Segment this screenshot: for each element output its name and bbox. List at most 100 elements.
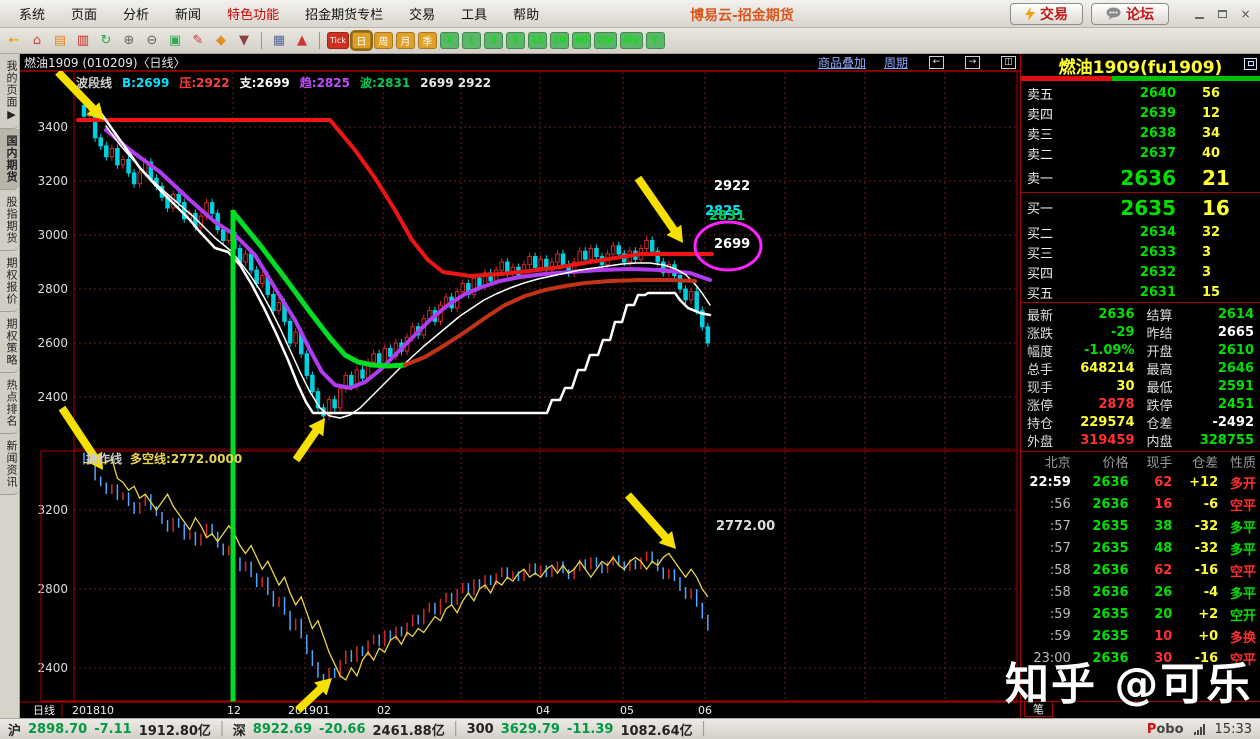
candle-body: [272, 294, 276, 310]
brand-logo: Pobo: [1147, 722, 1184, 737]
tape-row: :58263626-4多平: [1021, 581, 1260, 603]
candle-body: [82, 105, 86, 116]
quote-table-icon[interactable]: ▦: [269, 31, 289, 50]
overlay-link[interactable]: 商品叠加: [818, 54, 866, 71]
book-row: 买一263516: [1021, 193, 1260, 222]
zoom-out-icon[interactable]: ⊖: [142, 31, 162, 50]
chart-icon[interactable]: ▲: [292, 31, 312, 50]
overlay-icon[interactable]: ▣: [165, 31, 185, 50]
maximize-button[interactable]: [1214, 6, 1231, 21]
period-button-Tick[interactable]: Tick: [327, 32, 349, 49]
menu-item[interactable]: 帮助: [500, 4, 552, 27]
quote-stats: 最新2636结算2614涨跌-29昨结2665幅度-1.09%开盘2610总手6…: [1021, 303, 1260, 451]
candle-body: [121, 159, 125, 164]
sidebar-item[interactable]: 股指期货: [0, 190, 19, 251]
candle-body: [127, 159, 131, 173]
index-value: 3629.79: [501, 722, 560, 737]
minimize-button[interactable]: [1191, 6, 1208, 21]
trade-button[interactable]: 交易: [1010, 3, 1083, 25]
period-button-周[interactable]: 周: [374, 32, 393, 49]
back-icon[interactable]: ←: [4, 31, 24, 50]
x-axis-tick: 06: [698, 704, 712, 717]
candle-body: [294, 332, 298, 343]
period-link[interactable]: 周期: [884, 54, 908, 71]
zoom-in-icon[interactable]: ⊕: [119, 31, 139, 50]
stat-row: 最新2636: [1021, 305, 1141, 323]
home-icon[interactable]: ⌂: [27, 31, 47, 50]
alert-icon[interactable]: ◆: [211, 31, 231, 50]
candle-body: [478, 278, 482, 286]
sidebar-item[interactable]: 国内期货: [0, 129, 19, 190]
candle-body: [255, 270, 258, 284]
x-axis-tick: 05: [620, 704, 634, 717]
period-button-日[interactable]: 日: [352, 32, 371, 49]
filter-icon[interactable]: ▼: [234, 31, 254, 50]
refresh-icon[interactable]: ↻: [96, 31, 116, 50]
period-button-3[interactable]: 3: [484, 32, 503, 49]
tape-row: :59263510+0多换: [1021, 625, 1260, 647]
forum-button[interactable]: 论坛: [1091, 3, 1169, 25]
split-view-icon[interactable]: ◫: [1001, 56, 1016, 69]
sidebar-item[interactable]: 我的页面▶: [0, 54, 19, 129]
y-axis-label: 3000: [37, 228, 68, 242]
period-button-2hr[interactable]: 2hr: [594, 32, 617, 49]
prev-contract-icon[interactable]: ←: [929, 56, 944, 69]
sidebar-item[interactable]: 热点排名: [0, 373, 19, 434]
y-axis-label: 2600: [37, 336, 68, 350]
period-button-15[interactable]: 15: [528, 32, 547, 49]
book-row: 卖五264056: [1021, 83, 1260, 103]
close-button[interactable]: ×: [1237, 6, 1254, 21]
candle-body: [556, 254, 560, 262]
menu-item[interactable]: 特色功能: [214, 4, 292, 27]
menu-item[interactable]: 招金期货专栏: [292, 4, 396, 27]
book-row: 卖二263740: [1021, 143, 1260, 163]
period-button-X[interactable]: X: [440, 32, 459, 49]
menu-item[interactable]: 新闻: [162, 4, 214, 27]
candle-body: [177, 195, 181, 203]
candle-body: [578, 251, 582, 262]
news-icon[interactable]: ▤: [50, 31, 70, 50]
period-button-60[interactable]: 60: [572, 32, 591, 49]
period-button-Y[interactable]: Y: [646, 32, 665, 49]
stat-row: 幅度-1.09%: [1021, 341, 1141, 359]
sub-indicator-label-row: 操作线多空线:2772.0000: [86, 451, 242, 466]
x-axis-tick: 201810: [72, 704, 114, 717]
candle-body: [584, 251, 588, 259]
stat-row: 外盘319459: [1021, 431, 1141, 449]
x-axis-period: 日线: [33, 703, 55, 717]
draw-icon[interactable]: ✎: [188, 31, 208, 50]
tape-row: :57263538-32多平: [1021, 515, 1260, 537]
y-axis-label: 3200: [37, 503, 68, 517]
stat-row: 结算2614: [1141, 305, 1260, 323]
restore-icon[interactable]: [1244, 58, 1257, 70]
menu-item[interactable]: 系统: [6, 4, 58, 27]
candle-body: [277, 303, 281, 311]
y-axis-label: 2800: [37, 582, 68, 596]
index-change: -7.11: [94, 722, 131, 737]
period-button-1[interactable]: 1: [462, 32, 481, 49]
kline-chart[interactable]: 340032003000280026002400320028002400日线20…: [20, 71, 1020, 718]
y-axis-label: 3400: [37, 120, 68, 134]
period-button-4hr[interactable]: 4hr: [620, 32, 643, 49]
stat-row: 持仓229574: [1021, 413, 1141, 431]
menu-item[interactable]: 交易: [396, 4, 448, 27]
sidebar-item[interactable]: 期权策略: [0, 312, 19, 373]
watermark: 知乎 @可乐: [1005, 648, 1252, 712]
period-button-30[interactable]: 30: [550, 32, 569, 49]
candle-body: [288, 321, 292, 343]
sidebar-item[interactable]: 新闻资讯: [0, 434, 19, 495]
pdf-icon[interactable]: ▥: [73, 31, 93, 50]
x-axis-tick: 12: [227, 704, 241, 717]
menu-item[interactable]: 页面: [58, 4, 110, 27]
candle-body: [244, 254, 248, 262]
candle-body: [110, 149, 114, 157]
next-contract-icon[interactable]: →: [965, 56, 980, 69]
menu-item[interactable]: 工具: [448, 4, 500, 27]
period-button-月[interactable]: 月: [396, 32, 415, 49]
period-button-5[interactable]: 5: [506, 32, 525, 49]
candle-body: [461, 284, 465, 292]
sidebar-item[interactable]: 期权报价: [0, 251, 19, 312]
period-button-季[interactable]: 季: [418, 32, 437, 49]
stat-row: 涨跌-29: [1021, 323, 1141, 341]
menu-item[interactable]: 分析: [110, 4, 162, 27]
